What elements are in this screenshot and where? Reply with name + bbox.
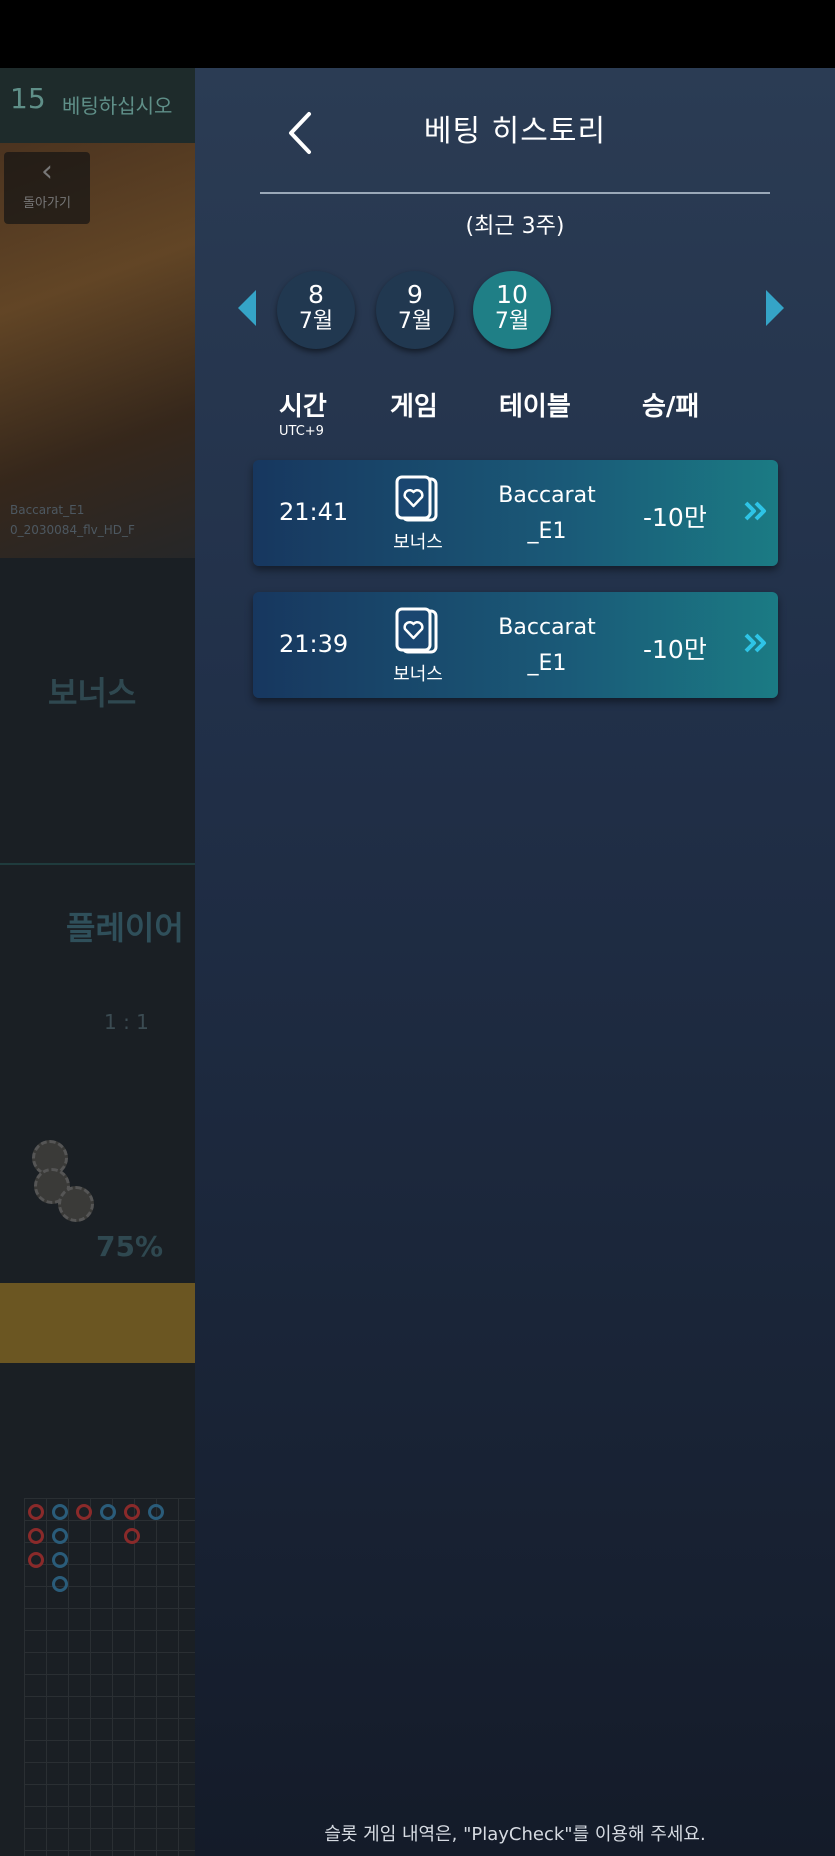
bet-percent: 75%: [96, 1230, 164, 1263]
row-table-line2: _E1: [527, 651, 567, 676]
bet-bar: [0, 1283, 195, 1363]
column-header-result: 승/패: [642, 392, 700, 422]
prev-dates-arrow-icon[interactable]: [238, 290, 256, 326]
period-subtitle: (최근 3주): [465, 214, 565, 239]
background-back-button: ‹ 돌아가기: [4, 152, 90, 224]
road-dot: [76, 1504, 92, 1520]
road-dot: [28, 1528, 44, 1544]
column-header-table: 테이블: [499, 392, 571, 422]
history-row[interactable]: 21:41 보너스 Baccarat _E1 -10만: [253, 460, 778, 566]
bet-timer: 15: [10, 82, 46, 115]
next-dates-arrow-icon[interactable]: [766, 290, 784, 326]
background-back-label: 돌아가기: [23, 196, 71, 211]
card-game-icon: [395, 607, 438, 654]
row-table-line1: Baccarat: [498, 483, 596, 508]
bet-prompt: 베팅하십시오: [62, 94, 173, 118]
time-zone-label: UTC+9: [279, 424, 324, 439]
history-row[interactable]: 21:39 보너스 Baccarat _E1 -10만: [253, 592, 778, 698]
row-table-line2: _E1: [527, 519, 567, 544]
row-game: 보너스: [393, 532, 443, 553]
date-day: 10: [496, 280, 528, 309]
road-dot: [124, 1528, 140, 1544]
player-odds: 1 : 1: [104, 1010, 149, 1034]
betting-history-panel: 베팅 히스토리 (최근 3주) 8 7월 9 7월 10 7월 시간 UTC+9…: [195, 68, 835, 1856]
row-table: Baccarat _E1: [487, 610, 607, 682]
playcheck-note: 슬롯 게임 내역은, "PlayCheck"를 이용해 주세요.: [324, 1824, 706, 1845]
date-day: 9: [407, 280, 423, 309]
road-dot: [52, 1504, 68, 1520]
date-day: 8: [308, 280, 324, 309]
road-dot: [52, 1528, 68, 1544]
card-game-icon: [395, 475, 438, 522]
row-result: -10만: [643, 635, 707, 664]
status-bar: [0, 0, 835, 68]
table-id: Baccarat_E1 0_2030084_flv_HD_F: [10, 500, 135, 540]
table-id-line2: 0_2030084_flv_HD_F: [10, 523, 135, 537]
row-time: 21:41: [279, 498, 349, 526]
row-game: 보너스: [393, 664, 443, 685]
divider: [0, 863, 195, 865]
double-chevron-right-icon: [744, 633, 766, 653]
road-dot: [52, 1576, 68, 1592]
background-game: 15 베팅하십시오 ‹ 돌아가기 Baccarat_E1 0_2030084_f…: [0, 68, 195, 1856]
chip-icon: [58, 1186, 94, 1222]
date-month: 7월: [397, 309, 433, 334]
bet-timer-bar: 15 베팅하십시오: [0, 68, 195, 143]
road-dot: [124, 1504, 140, 1520]
date-month: 7월: [298, 309, 334, 334]
double-chevron-right-icon: [744, 501, 766, 521]
road-dot: [148, 1504, 164, 1520]
date-chip-9[interactable]: 9 7월: [376, 271, 454, 349]
date-chip-8[interactable]: 8 7월: [277, 271, 355, 349]
date-month: 7월: [494, 309, 530, 334]
table-id-line1: Baccarat_E1: [10, 503, 85, 517]
row-time: 21:39: [279, 630, 349, 658]
column-header-time: 시간: [279, 392, 327, 422]
column-header-game: 게임: [390, 392, 438, 422]
bead-road: [24, 1498, 195, 1856]
page-title: 베팅 히스토리: [423, 114, 607, 149]
bonus-bet-label: 보너스: [48, 674, 137, 712]
road-dot: [28, 1504, 44, 1520]
date-chip-10[interactable]: 10 7월: [473, 271, 551, 349]
road-dot: [28, 1552, 44, 1568]
row-table: Baccarat _E1: [487, 478, 607, 550]
title-divider: [260, 192, 770, 194]
row-table-line1: Baccarat: [498, 615, 596, 640]
row-result: -10만: [643, 503, 707, 532]
road-dot: [100, 1504, 116, 1520]
chevron-left-icon: ‹: [41, 154, 53, 189]
road-dot: [52, 1552, 68, 1568]
player-bet-label: 플레이어: [66, 909, 184, 947]
